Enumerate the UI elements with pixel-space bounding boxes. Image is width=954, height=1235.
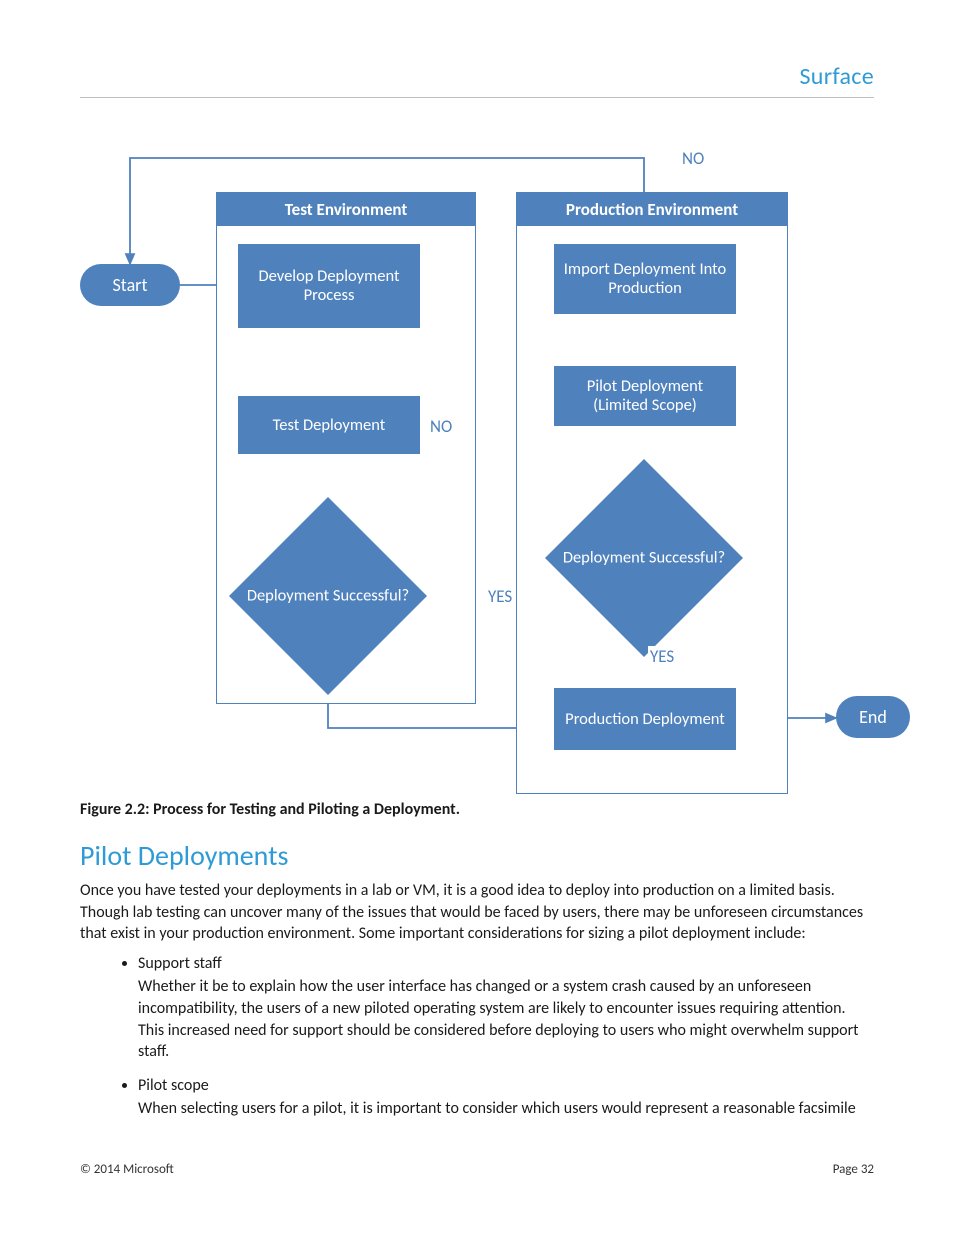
terminator-start: Start — [80, 264, 180, 306]
start-label: Start — [112, 274, 147, 296]
import-label: Import Deployment Into Production — [560, 260, 730, 298]
container-title-prod: Production Environment — [517, 193, 787, 226]
edge-label-yes-prod: YES — [648, 646, 676, 667]
box-pilot-deployment: Pilot Deployment (Limited Scope) — [554, 366, 736, 426]
develop-label: Develop Deployment Process — [244, 267, 414, 305]
container-title-test: Test Environment — [217, 193, 475, 226]
flowchart-diagram: Start Test Environment Develop Deploymen… — [80, 148, 910, 798]
list-item: Support staff Whether it be to explain h… — [138, 953, 874, 1063]
decision-pilot-successful: Deployment Successful? — [574, 488, 714, 628]
decision1-label: Deployment Successful? — [230, 587, 426, 606]
bullet-body: Whether it be to explain how the user in… — [138, 977, 859, 1061]
intro-paragraph: Once you have tested your deployments in… — [80, 880, 874, 945]
section-heading: Pilot Deployments — [80, 838, 288, 873]
end-label: End — [859, 706, 887, 728]
decision2-label: Deployment Successful? — [546, 549, 742, 568]
page-footer: © 2014 Microsoft Page 32 — [80, 1162, 874, 1177]
box-develop-deployment-process: Develop Deployment Process — [238, 244, 420, 328]
edge-label-no-prod: NO — [680, 148, 706, 169]
document-page: Surface — [0, 0, 954, 1235]
pilot-label: Pilot Deployment (Limited Scope) — [560, 377, 730, 415]
bullet-list: Support staff Whether it be to explain h… — [80, 953, 874, 1120]
test-label: Test Deployment — [273, 416, 386, 435]
footer-page-number: Page 32 — [833, 1162, 874, 1177]
body-text: Once you have tested your deployments in… — [80, 880, 874, 1132]
bullet-title: Pilot scope — [138, 1075, 874, 1097]
terminator-end: End — [836, 696, 910, 738]
box-import-deployment: Import Deployment Into Production — [554, 244, 736, 314]
page-header: Surface — [80, 62, 874, 98]
decision-test-successful: Deployment Successful? — [258, 526, 398, 666]
figure-caption: Figure 2.2: Process for Testing and Pilo… — [80, 800, 460, 819]
edge-label-no-test: NO — [428, 416, 454, 437]
bullet-body: When selecting users for a pilot, it is … — [138, 1099, 856, 1118]
bullet-title: Support staff — [138, 953, 874, 975]
brand-label: Surface — [799, 62, 874, 91]
footer-copyright: © 2014 Microsoft — [80, 1162, 174, 1177]
edge-label-yes-test: YES — [486, 586, 514, 607]
prod-deploy-label: Production Deployment — [565, 710, 725, 729]
box-test-deployment: Test Deployment — [238, 396, 420, 454]
list-item: Pilot scope When selecting users for a p… — [138, 1075, 874, 1120]
box-production-deployment: Production Deployment — [554, 688, 736, 750]
